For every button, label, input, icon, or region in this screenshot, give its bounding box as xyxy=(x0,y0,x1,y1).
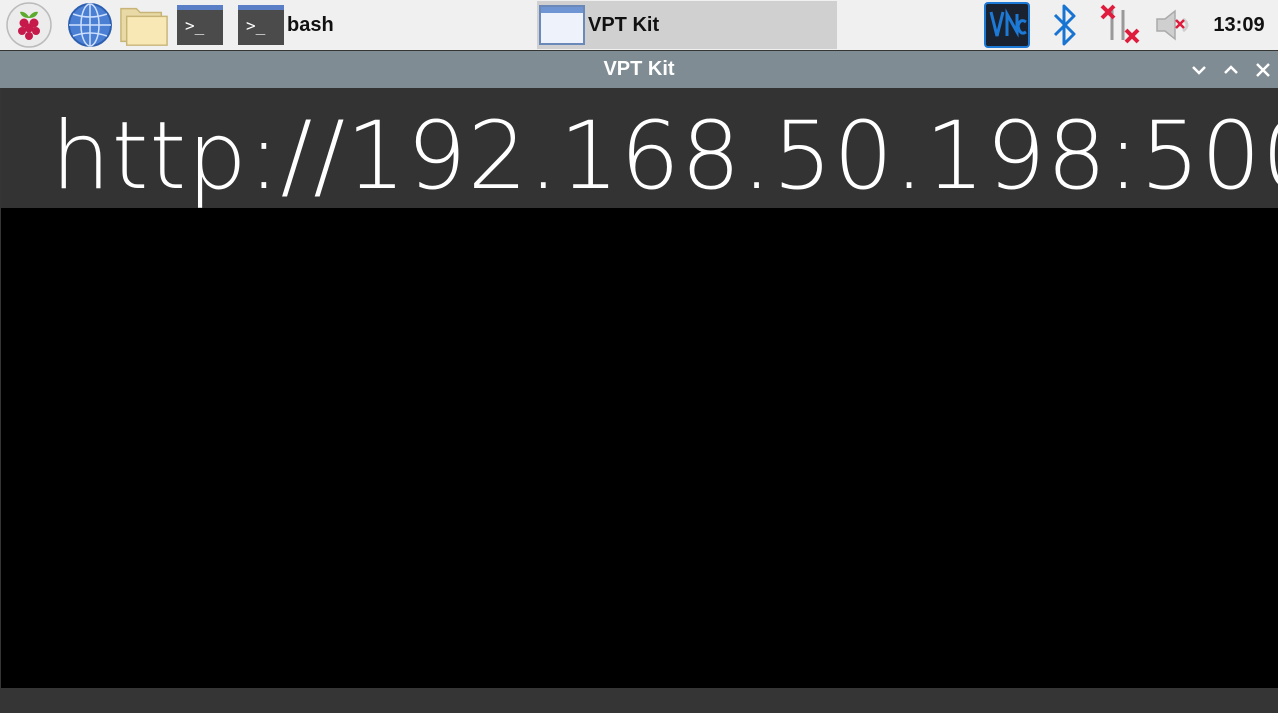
window-titlebar[interactable]: VPT Kit xyxy=(0,51,1278,88)
clock[interactable]: 13:09 xyxy=(1200,0,1278,50)
minimize-button[interactable] xyxy=(1186,57,1212,83)
window-bottom-border xyxy=(0,688,1278,713)
task-button-vpt-kit[interactable]: VPT Kit xyxy=(537,1,837,49)
server-url-text: http://192.168.50.198:5000/ xyxy=(51,102,1278,208)
window-title: VPT Kit xyxy=(603,58,675,80)
bluetooth-icon xyxy=(1053,4,1076,46)
raspberry-pi-icon xyxy=(6,2,52,48)
task-label: VPT Kit xyxy=(588,13,660,36)
chevron-up-icon xyxy=(1224,65,1238,74)
terminal-icon: >_ xyxy=(238,5,284,45)
network-tray-button[interactable] xyxy=(1097,0,1145,50)
close-button[interactable] xyxy=(1250,57,1276,83)
window-content: http://192.168.50.198:5000/ xyxy=(1,88,1278,688)
video-display-area xyxy=(1,208,1278,688)
close-icon xyxy=(1256,63,1270,77)
folder-icon xyxy=(120,7,168,46)
vnc-icon xyxy=(984,2,1030,48)
task-button-bash[interactable]: >_ bash xyxy=(236,1,504,49)
chevron-down-icon xyxy=(1192,66,1206,75)
vnc-tray-button[interactable] xyxy=(983,0,1031,50)
maximize-button[interactable] xyxy=(1218,57,1244,83)
globe-icon xyxy=(68,3,112,47)
raspberry-menu-button[interactable] xyxy=(4,1,54,49)
bluetooth-tray-button[interactable] xyxy=(1045,0,1085,50)
url-display-area: http://192.168.50.198:5000/ xyxy=(1,88,1278,208)
task-label: bash xyxy=(287,13,334,36)
terminal-icon: >_ xyxy=(177,5,223,45)
volume-muted-icon xyxy=(1156,9,1189,41)
web-browser-button[interactable] xyxy=(65,1,115,49)
network-disconnected-icon xyxy=(1100,4,1140,44)
volume-tray-button[interactable] xyxy=(1152,0,1196,50)
terminal-launcher-button[interactable]: >_ xyxy=(175,1,225,49)
file-manager-button[interactable] xyxy=(119,1,169,49)
window-icon xyxy=(539,5,585,45)
taskbar: >_ >_ bash VPT Kit 13:09 xyxy=(0,0,1278,50)
